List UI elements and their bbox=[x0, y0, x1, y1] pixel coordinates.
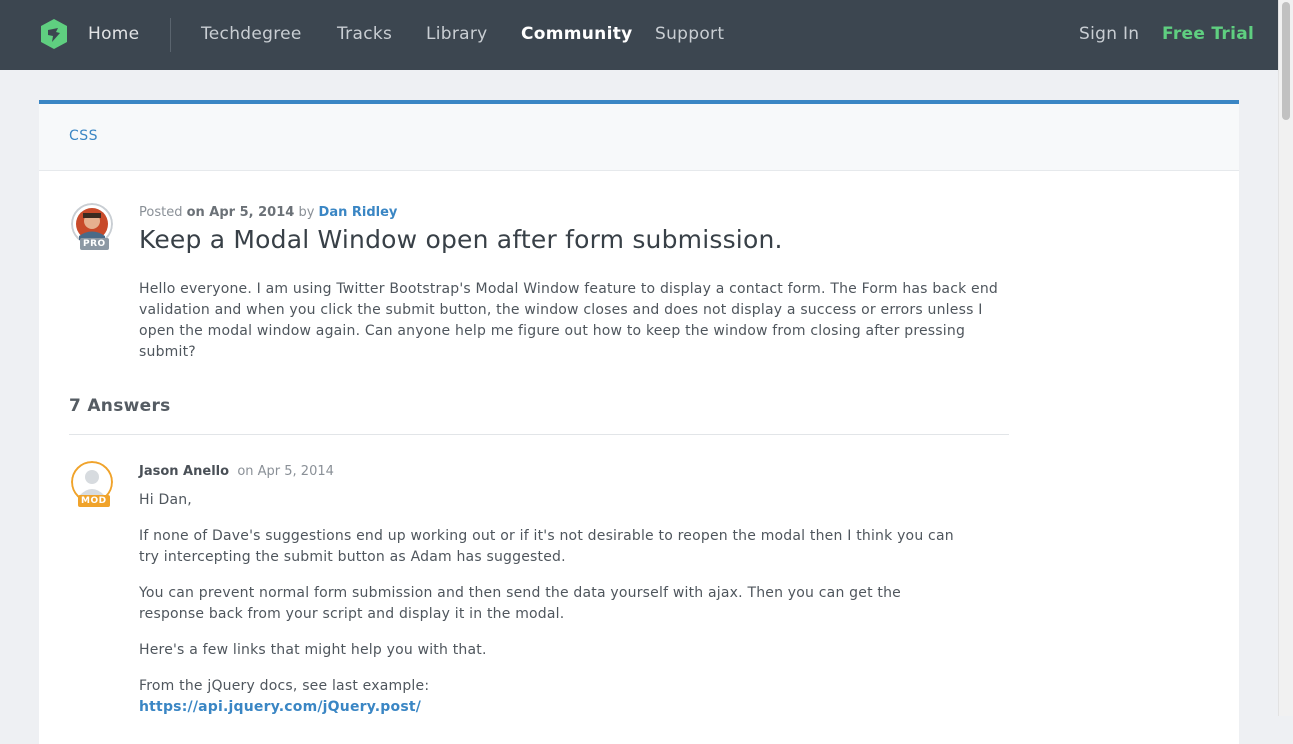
posted-date: on Apr 5, 2014 bbox=[186, 205, 295, 220]
answer-date: on Apr 5, 2014 bbox=[237, 464, 334, 479]
question-meta: Posted on Apr 5, 2014 by Dan Ridley bbox=[139, 205, 397, 220]
nav-divider bbox=[170, 18, 171, 52]
jquery-post-link[interactable]: https://api.jquery.com/jQuery.post/ bbox=[139, 697, 421, 718]
breadcrumb: CSS bbox=[39, 104, 1239, 171]
nav-support[interactable]: Support bbox=[655, 24, 724, 44]
posted-label: Posted bbox=[139, 205, 183, 220]
answers-heading: 7 Answers bbox=[69, 396, 171, 416]
page-title: Keep a Modal Window open after form subm… bbox=[139, 225, 783, 254]
answer-paragraph: If none of Dave's suggestions end up wor… bbox=[139, 528, 954, 565]
free-trial-link[interactable]: Free Trial bbox=[1162, 24, 1254, 44]
nav-techdegree[interactable]: Techdegree bbox=[201, 24, 302, 44]
answers-divider bbox=[69, 434, 1009, 435]
question-card: CSS PRO Posted on Apr 5, 2014 by Dan Rid… bbox=[39, 100, 1239, 744]
by-label: by bbox=[298, 205, 315, 220]
nav-tracks[interactable]: Tracks bbox=[337, 24, 392, 44]
top-nav: Home Techdegree Tracks Library Community… bbox=[0, 0, 1278, 70]
answer-paragraph: Here's a few links that might help you w… bbox=[139, 642, 487, 658]
answer-paragraph: From the jQuery docs, see last example: bbox=[139, 678, 430, 694]
question-body: Hello everyone. I am using Twitter Boots… bbox=[139, 281, 999, 360]
mod-badge: MOD bbox=[78, 495, 110, 507]
treehouse-logo-icon[interactable] bbox=[38, 18, 70, 50]
scrollbar[interactable] bbox=[1278, 0, 1293, 716]
breadcrumb-css[interactable]: CSS bbox=[69, 128, 98, 144]
answer-author-link[interactable]: Jason Anello bbox=[139, 464, 229, 479]
sign-in-link[interactable]: Sign In bbox=[1079, 24, 1139, 44]
scrollbar-thumb[interactable] bbox=[1282, 2, 1290, 120]
nav-community[interactable]: Community bbox=[521, 24, 633, 44]
nav-home[interactable]: Home bbox=[88, 24, 139, 44]
answer-meta: Jason Anello on Apr 5, 2014 bbox=[139, 464, 334, 479]
question-author-link[interactable]: Dan Ridley bbox=[319, 205, 398, 220]
pro-badge: PRO bbox=[80, 238, 109, 250]
answer-paragraph: You can prevent normal form submission a… bbox=[139, 585, 901, 622]
nav-library[interactable]: Library bbox=[426, 24, 488, 44]
answer-greeting: Hi Dan, bbox=[139, 492, 192, 508]
